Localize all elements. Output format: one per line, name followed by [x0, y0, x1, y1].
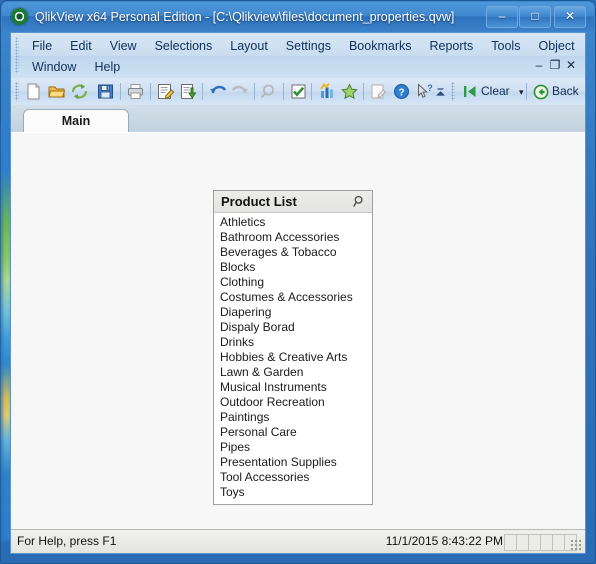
chart-icon[interactable]: [316, 81, 337, 102]
menu-item-layout[interactable]: Layout: [221, 35, 277, 57]
sheet-tab-bar: Main: [11, 105, 585, 133]
menu-item-selections[interactable]: Selections: [146, 35, 222, 57]
new-document-icon[interactable]: [23, 81, 44, 102]
menu-row-primary: File Edit View Selections Layout Setting…: [23, 35, 584, 57]
qlikview-logo-icon: [11, 8, 28, 25]
menu-drag-grip[interactable]: [15, 37, 19, 73]
edit-script-icon[interactable]: [155, 81, 176, 102]
menu-item-reports[interactable]: Reports: [421, 35, 483, 57]
list-item[interactable]: Musical Instruments: [214, 380, 372, 395]
toolbar-drag-grip-2[interactable]: [451, 82, 455, 101]
toolbar-separator: [120, 83, 121, 100]
chevron-down-icon[interactable]: ▾: [513, 87, 524, 97]
toolbar-separator: [363, 83, 364, 100]
search-icon[interactable]: [353, 195, 366, 208]
list-item[interactable]: Diapering: [214, 305, 372, 320]
bookmark-star-icon[interactable]: [339, 81, 360, 102]
window-maximize-button[interactable]: □: [519, 6, 551, 28]
save-icon[interactable]: [95, 81, 116, 102]
menu-item-bookmarks[interactable]: Bookmarks: [340, 35, 421, 57]
list-item[interactable]: Clothing: [214, 275, 372, 290]
reload-data-icon[interactable]: [178, 81, 199, 102]
listbox-items: Athletics Bathroom Accessories Beverages…: [214, 213, 372, 504]
toolbar-separator: [526, 83, 527, 100]
sheet-canvas: Product List Athletics Bathroom Accessor…: [11, 132, 585, 529]
menu-item-edit[interactable]: Edit: [61, 35, 101, 57]
menu-item-settings[interactable]: Settings: [277, 35, 340, 57]
print-icon[interactable]: [125, 81, 146, 102]
menu-item-file[interactable]: File: [23, 35, 61, 57]
window-close-button[interactable]: ✕: [554, 6, 586, 28]
toolbar-drag-grip[interactable]: [15, 82, 19, 101]
title-bar: QlikView x64 Personal Edition - [C:\Qlik…: [2, 2, 594, 31]
list-item[interactable]: Personal Care: [214, 425, 372, 440]
menu-item-object[interactable]: Object: [529, 35, 583, 57]
mdi-close-button[interactable]: ✕: [563, 56, 579, 74]
back-arrow-icon: [533, 84, 549, 100]
status-datetime: 11/1/2015 8:43:22 PM: [385, 534, 503, 548]
list-item[interactable]: Lawn & Garden: [214, 365, 372, 380]
svg-text:?: ?: [427, 83, 433, 93]
sheet-tab-main[interactable]: Main: [23, 109, 129, 133]
list-item[interactable]: Outdoor Recreation: [214, 395, 372, 410]
list-item[interactable]: Beverages & Tobacco: [214, 245, 372, 260]
svg-text:?: ?: [398, 88, 404, 99]
open-document-icon[interactable]: [46, 81, 67, 102]
window-minimize-button[interactable]: –: [486, 6, 518, 28]
menu-bar: File Edit View Selections Layout Setting…: [11, 33, 585, 79]
mdi-minimize-button[interactable]: –: [531, 56, 547, 74]
resize-grip-icon[interactable]: [570, 539, 582, 551]
list-item[interactable]: Costumes & Accessories: [214, 290, 372, 305]
clear-selections-button[interactable]: Clear ▾: [461, 81, 524, 102]
list-item[interactable]: Drinks: [214, 335, 372, 350]
status-help-text: For Help, press F1: [17, 534, 117, 548]
list-item[interactable]: Blocks: [214, 260, 372, 275]
list-item[interactable]: Pipes: [214, 440, 372, 455]
toolbar-overflow-icon[interactable]: [436, 81, 445, 102]
toolbar-separator: [311, 83, 312, 100]
list-item[interactable]: Paintings: [214, 410, 372, 425]
toolbar-separator: [150, 83, 151, 100]
clear-selections-label: Clear: [481, 84, 510, 98]
list-item[interactable]: Bathroom Accessories: [214, 230, 372, 245]
mdi-restore-button[interactable]: ❐: [547, 56, 563, 74]
client-area: File Edit View Selections Layout Setting…: [10, 32, 586, 554]
help-icon[interactable]: ?: [391, 81, 412, 102]
toolbar-separator: [283, 83, 284, 100]
status-bar: For Help, press F1 11/1/2015 8:43:22 PM: [11, 529, 585, 553]
toolbar-separator: [202, 83, 203, 100]
mdi-window-controls: – ❐ ✕: [531, 56, 579, 74]
list-item[interactable]: Hobbies & Creative Arts: [214, 350, 372, 365]
current-selections-icon[interactable]: [288, 81, 309, 102]
undo-icon[interactable]: [207, 81, 228, 102]
search-icon[interactable]: [259, 81, 280, 102]
list-item[interactable]: Athletics: [214, 215, 372, 230]
toolbar: ? ? Clear ▾ Back: [11, 78, 585, 106]
edit-module-icon[interactable]: [368, 81, 389, 102]
menu-item-tools[interactable]: Tools: [482, 35, 529, 57]
redo-icon[interactable]: [230, 81, 251, 102]
list-item[interactable]: Toys: [214, 485, 372, 500]
list-item[interactable]: Dispaly Borad: [214, 320, 372, 335]
list-item[interactable]: Presentation Supplies: [214, 455, 372, 470]
window-title: QlikView x64 Personal Edition - [C:\Qlik…: [35, 10, 455, 24]
list-item[interactable]: Tool Accessories: [214, 470, 372, 485]
back-label: Back: [552, 84, 579, 98]
listbox-product-list[interactable]: Product List Athletics Bathroom Accessor…: [213, 190, 373, 505]
menu-item-help[interactable]: Help: [85, 56, 129, 78]
menu-item-window[interactable]: Window: [23, 56, 85, 78]
back-button[interactable]: Back: [532, 81, 579, 102]
context-help-icon[interactable]: ?: [414, 81, 435, 102]
toolbar-separator: [254, 83, 255, 100]
clear-selections-icon: [464, 86, 476, 97]
application-window: QlikView x64 Personal Edition - [C:\Qlik…: [0, 0, 596, 564]
menu-row-secondary: Window Help: [23, 56, 129, 78]
menu-item-view[interactable]: View: [101, 35, 146, 57]
reload-icon[interactable]: [69, 81, 90, 102]
listbox-title: Product List: [221, 194, 297, 209]
listbox-caption: Product List: [214, 191, 372, 213]
